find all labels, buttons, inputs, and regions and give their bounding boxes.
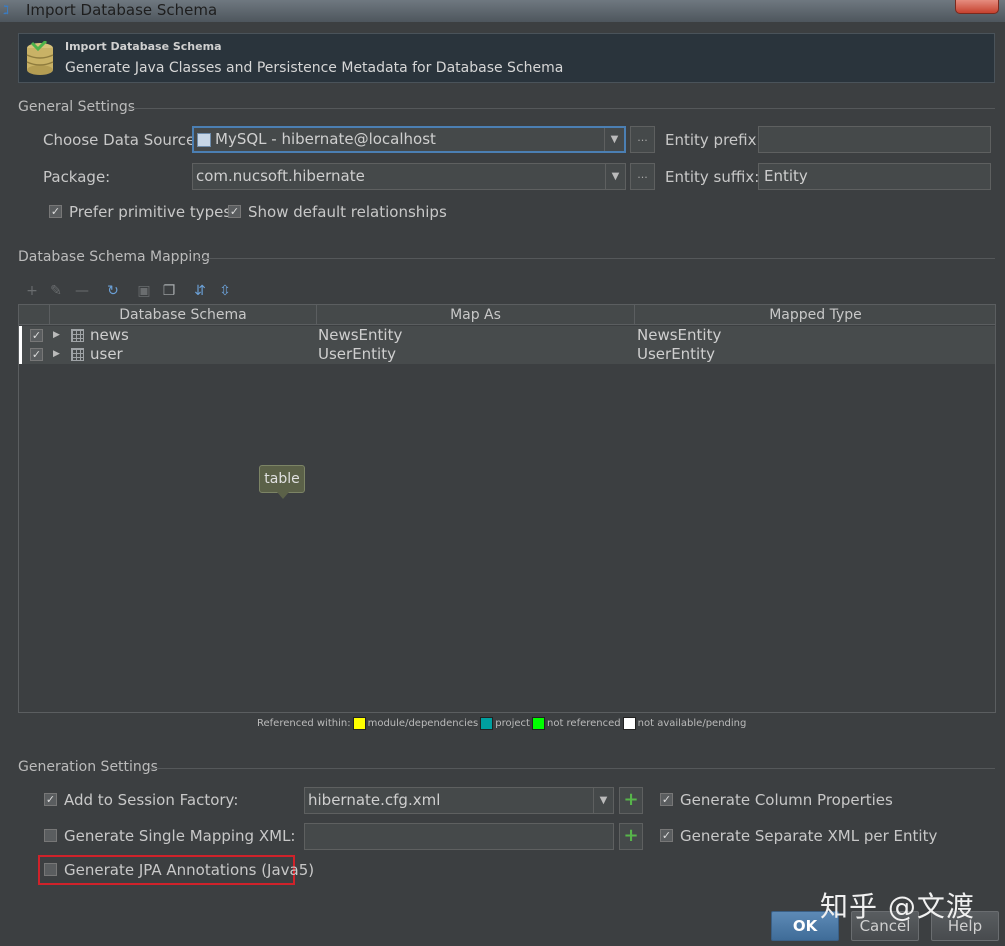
column-header-mapped-type[interactable]: Mapped Type	[635, 305, 996, 325]
legend-item: module/dependencies	[367, 717, 479, 729]
row-schema: news	[90, 326, 129, 344]
data-source-label: Choose Data Source:	[43, 131, 201, 149]
column-header-check	[19, 305, 50, 325]
legend-swatch-green	[531, 716, 545, 730]
row-checkbox[interactable]: ✓	[30, 329, 43, 342]
watermark-text: 知乎 @文渡	[820, 890, 975, 923]
generation-settings-label: Generation Settings	[18, 759, 158, 775]
add-session-label: Add to Session Factory:	[64, 791, 239, 809]
data-source-select[interactable]: MySQL - hibernate@localhost ▼	[192, 126, 626, 153]
expand-arrow-icon[interactable]: ▶	[53, 326, 60, 345]
copy-icon[interactable]: ❐	[161, 283, 177, 299]
single-mapping-checkbox[interactable]	[44, 829, 57, 842]
reference-legend: Referenced within: module/dependencies p…	[257, 716, 746, 730]
show-relationships-label: Show default relationships	[248, 203, 447, 221]
data-source-browse-button[interactable]: ...	[630, 126, 655, 153]
row-marker	[19, 345, 22, 364]
separate-xml-label: Generate Separate XML per Entity	[680, 827, 938, 845]
row-checkbox[interactable]: ✓	[30, 348, 43, 361]
section-divider	[150, 768, 995, 769]
column-props-checkbox[interactable]: ✓	[660, 793, 673, 806]
table-tooltip: table	[259, 465, 305, 499]
entity-prefix-label: Entity prefix:	[665, 131, 762, 149]
intellij-app-icon: ℷ	[3, 3, 9, 17]
entity-suffix-label: Entity suffix:	[665, 168, 760, 186]
header-title: Import Database Schema	[65, 40, 222, 53]
entity-suffix-input[interactable]: Entity	[758, 163, 991, 190]
mysql-icon	[197, 132, 211, 147]
table-header: Database Schema Map As Mapped Type	[19, 305, 995, 325]
package-value: com.nucsoft.hibernate	[196, 167, 365, 185]
add-session-factory-button[interactable]: +	[619, 787, 643, 814]
jpa-annotations-checkbox[interactable]	[44, 863, 57, 876]
general-settings-label: General Settings	[18, 99, 136, 115]
single-mapping-label: Generate Single Mapping XML:	[64, 827, 296, 845]
legend-swatch-yellow	[352, 716, 366, 730]
chevron-down-icon[interactable]: ▼	[593, 788, 613, 813]
row-schema: user	[90, 345, 123, 363]
legend-swatch-white	[622, 716, 636, 730]
section-divider	[196, 258, 995, 259]
table-icon	[71, 329, 84, 342]
add-mapping-file-button[interactable]: +	[619, 823, 643, 850]
legend-item: project	[495, 717, 530, 729]
data-source-value: MySQL - hibernate@localhost	[215, 130, 436, 148]
row-marker	[19, 326, 22, 345]
table-icon	[71, 348, 84, 361]
separate-xml-checkbox[interactable]: ✓	[660, 829, 673, 842]
entity-prefix-input[interactable]	[758, 126, 991, 153]
prefer-primitive-label: Prefer primitive types	[69, 203, 232, 221]
schema-mapping-label: Database Schema Mapping	[18, 249, 211, 265]
package-label: Package:	[43, 168, 111, 186]
package-select[interactable]: com.nucsoft.hibernate ▼	[192, 163, 626, 190]
row-mapped-type[interactable]: NewsEntity	[637, 326, 721, 345]
legend-prefix: Referenced within:	[257, 717, 351, 729]
legend-item: not available/pending	[637, 717, 747, 729]
row-map-as[interactable]: UserEntity	[318, 345, 396, 364]
dialog-header: Import Database Schema Generate Java Cla…	[18, 33, 995, 83]
column-props-label: Generate Column Properties	[680, 791, 893, 809]
remove-icon[interactable]: —	[74, 283, 90, 299]
table-row[interactable]: ✓ ▶ news NewsEntity NewsEntity	[19, 326, 995, 345]
prefer-primitive-checkbox[interactable]: ✓	[49, 205, 62, 218]
database-icon	[26, 41, 54, 75]
legend-swatch-teal	[480, 716, 494, 730]
add-session-checkbox[interactable]: ✓	[44, 793, 57, 806]
legend-item: not referenced	[546, 717, 621, 729]
session-factory-value: hibernate.cfg.xml	[308, 791, 441, 809]
row-mapped-type[interactable]: UserEntity	[637, 345, 715, 364]
edit-icon[interactable]: ✎	[48, 283, 64, 299]
expand-all-icon[interactable]: ⇵	[192, 283, 208, 299]
section-divider	[128, 108, 995, 109]
column-header-schema[interactable]: Database Schema	[50, 305, 317, 325]
jpa-annotations-label: Generate JPA Annotations (Java5)	[64, 861, 315, 879]
chevron-down-icon[interactable]: ▼	[605, 164, 625, 189]
refresh-icon[interactable]: ↻	[105, 283, 121, 299]
header-subtitle: Generate Java Classes and Persistence Me…	[65, 60, 564, 76]
window-title: Import Database Schema	[26, 1, 218, 19]
chevron-down-icon[interactable]: ▼	[604, 128, 624, 151]
check-icon[interactable]: ▣	[136, 283, 152, 299]
expand-arrow-icon[interactable]: ▶	[53, 345, 60, 364]
show-relationships-checkbox[interactable]: ✓	[228, 205, 241, 218]
row-map-as[interactable]: NewsEntity	[318, 326, 402, 345]
table-row[interactable]: ✓ ▶ user UserEntity UserEntity	[19, 345, 995, 364]
column-header-map-as[interactable]: Map As	[317, 305, 635, 325]
schema-mapping-table[interactable]: Database Schema Map As Mapped Type ✓ ▶ n…	[18, 304, 996, 713]
title-bar: ℷ Import Database Schema	[0, 0, 1005, 22]
single-mapping-input[interactable]	[304, 823, 614, 850]
close-button[interactable]	[955, 0, 999, 14]
collapse-all-icon[interactable]: ⇳	[217, 283, 233, 299]
package-browse-button[interactable]: ...	[630, 163, 655, 190]
session-factory-select[interactable]: hibernate.cfg.xml ▼	[304, 787, 614, 814]
add-icon[interactable]: +	[24, 283, 40, 299]
